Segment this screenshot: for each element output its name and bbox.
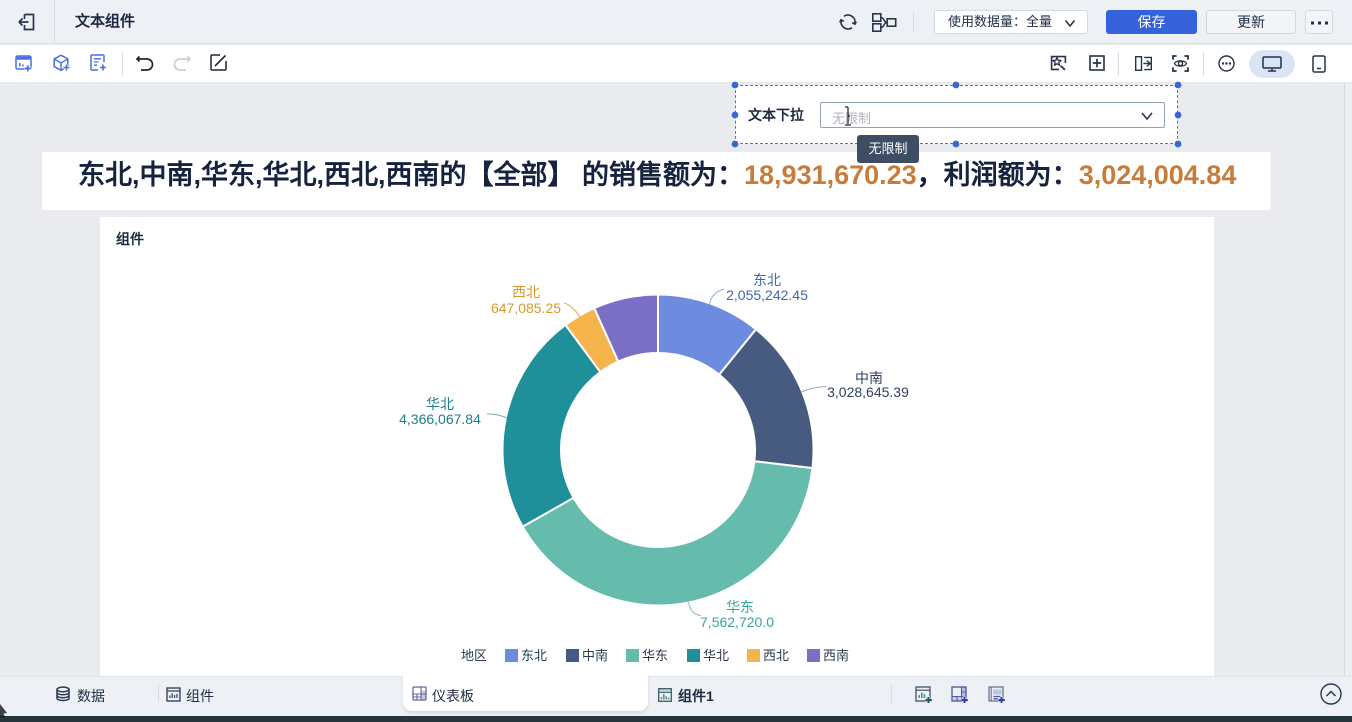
- svg-text:西北: 西北: [512, 284, 540, 300]
- svg-text:华东: 华东: [642, 648, 668, 663]
- svg-text:4,366,067.84: 4,366,067.84: [399, 411, 481, 427]
- svg-text:地区: 地区: [461, 648, 487, 663]
- svg-text:西北: 西北: [763, 648, 789, 663]
- svg-text:647,085.25: 647,085.25: [491, 300, 561, 316]
- svg-text:中南: 中南: [582, 648, 608, 663]
- svg-text:东北: 东北: [753, 272, 781, 288]
- svg-text:3,028,645.39: 3,028,645.39: [827, 384, 909, 400]
- svg-text:2,055,242.45: 2,055,242.45: [726, 287, 808, 303]
- svg-text:华北: 华北: [426, 396, 454, 412]
- svg-text:7,562,720.0: 7,562,720.0: [700, 614, 774, 630]
- svg-text:西南: 西南: [823, 648, 849, 663]
- svg-text:华东: 华东: [726, 599, 754, 615]
- svg-text:东北: 东北: [521, 648, 547, 663]
- svg-text:华北: 华北: [703, 648, 729, 663]
